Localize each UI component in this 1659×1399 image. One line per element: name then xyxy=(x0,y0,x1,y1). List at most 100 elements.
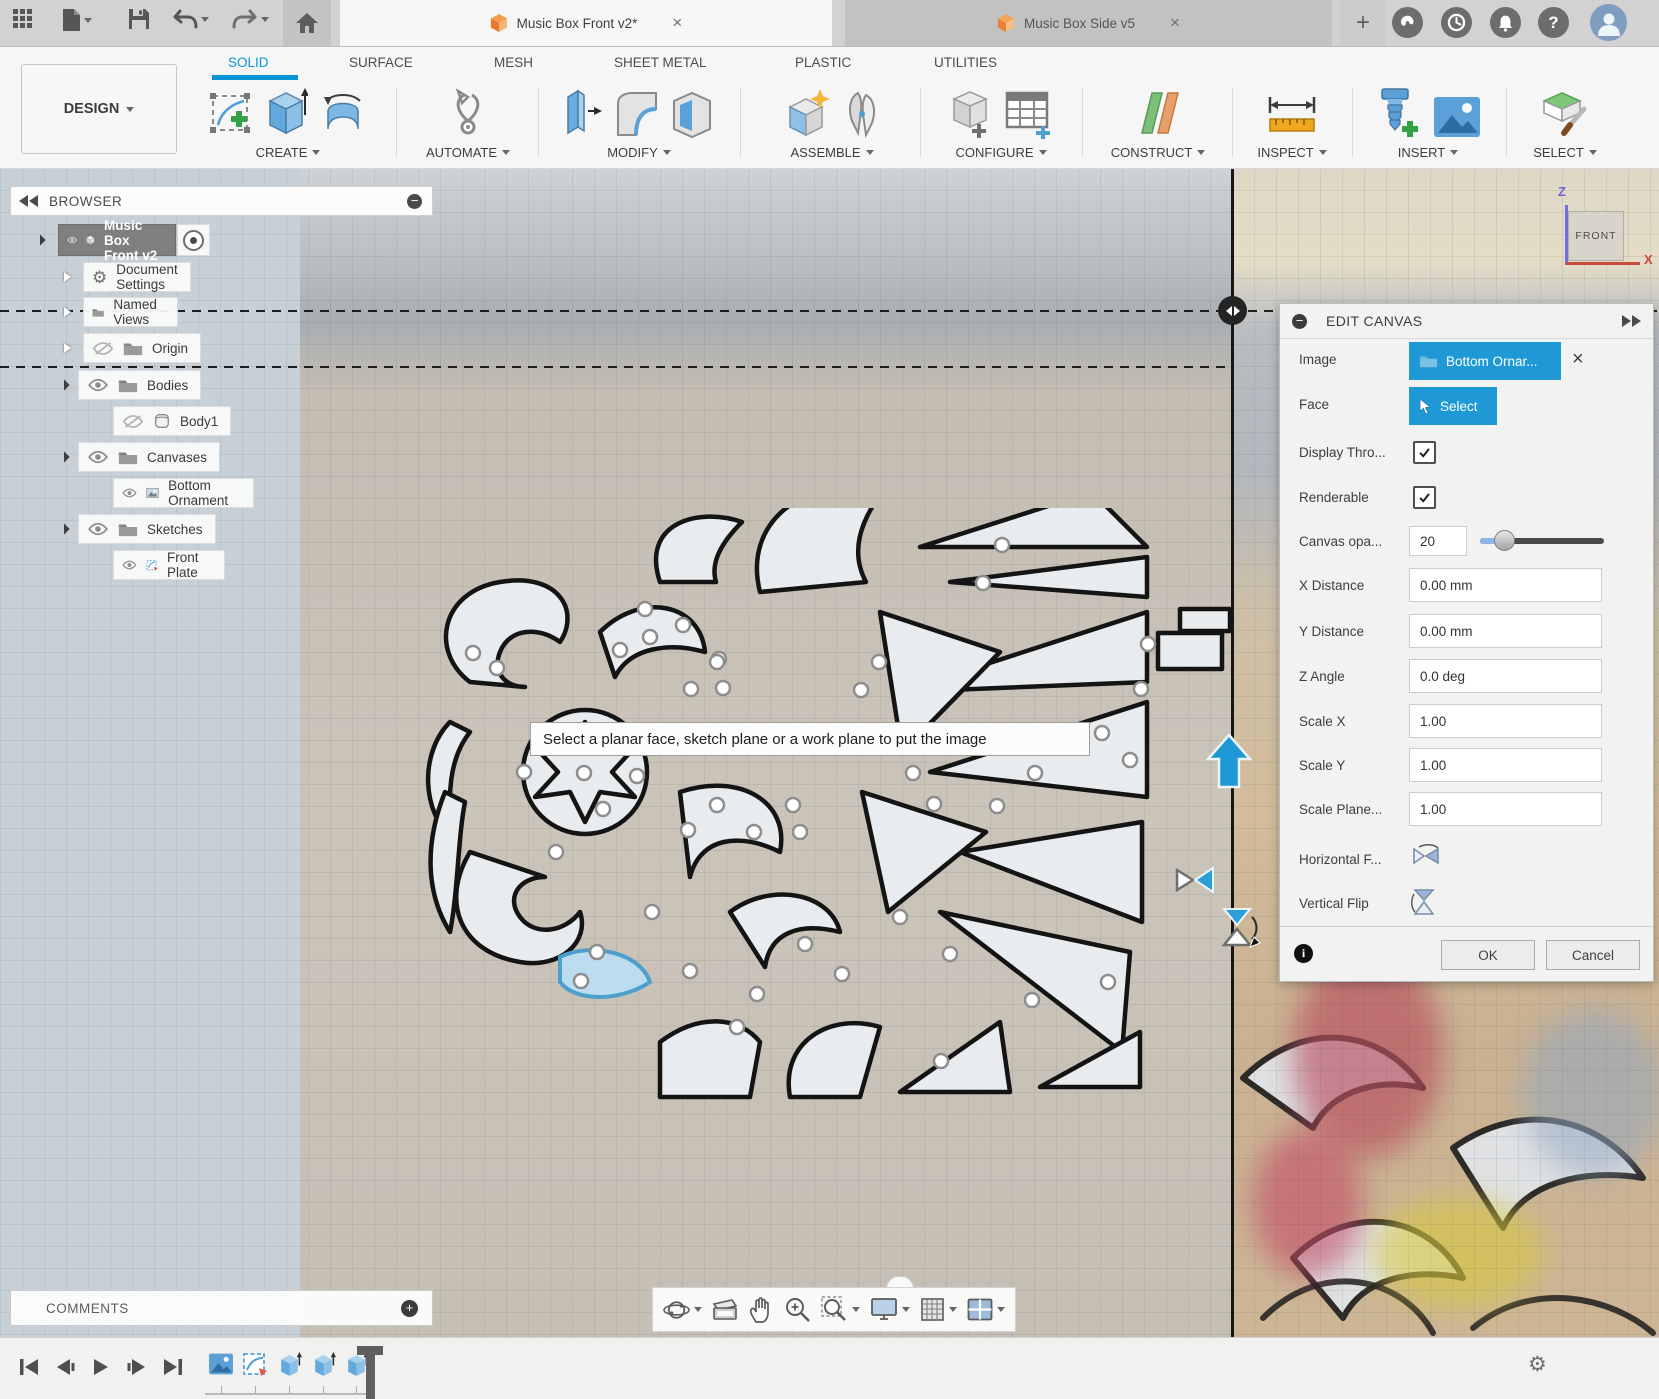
move-up-arrow-handle[interactable] xyxy=(1206,733,1252,791)
collapse-tree-icon[interactable]: − xyxy=(407,194,422,209)
opacity-slider-knob[interactable] xyxy=(1494,530,1515,551)
browser-header[interactable]: BROWSER − xyxy=(10,186,433,216)
horizontal-flip-handle[interactable] xyxy=(1172,862,1218,898)
timeline-step-back-button[interactable] xyxy=(50,1354,80,1380)
viewports-tool[interactable] xyxy=(967,1298,1005,1321)
dock-dialog-icon[interactable] xyxy=(1621,315,1641,327)
shell-icon[interactable] xyxy=(670,89,714,139)
eye-off-icon[interactable] xyxy=(122,414,144,429)
eye-icon[interactable] xyxy=(87,522,109,536)
tree-item-origin[interactable]: Origin xyxy=(64,333,201,363)
tab-surface[interactable]: SURFACE xyxy=(349,55,413,70)
press-pull-icon[interactable] xyxy=(564,87,604,139)
expand-triangle-icon[interactable] xyxy=(64,272,71,282)
tree-item-bottom-ornament[interactable]: Bottom Ornament xyxy=(113,478,254,508)
tree-item-body1[interactable]: Body1 xyxy=(113,406,231,436)
expand-triangle-icon[interactable] xyxy=(34,234,45,245)
pan-tool[interactable] xyxy=(748,1296,774,1323)
new-tab-button[interactable]: + xyxy=(1340,0,1386,46)
tab-mesh[interactable]: MESH xyxy=(494,55,533,70)
activate-component-radio[interactable] xyxy=(183,230,204,251)
construct-plane-icon[interactable] xyxy=(1132,87,1184,139)
group-select-label[interactable]: SELECT xyxy=(1533,145,1584,160)
timeline-go-to-end-button[interactable] xyxy=(158,1354,188,1380)
tab-plastic[interactable]: PLASTIC xyxy=(795,55,851,70)
face-select-button[interactable]: Select xyxy=(1409,387,1497,425)
configuration-table-icon[interactable] xyxy=(1004,89,1054,139)
expand-triangle-icon[interactable] xyxy=(58,523,69,534)
eye-icon[interactable] xyxy=(67,233,77,247)
grid-snap-tool[interactable] xyxy=(920,1297,957,1322)
remove-image-icon[interactable]: × xyxy=(1572,348,1584,371)
x-distance-input[interactable]: 0.00 mm xyxy=(1409,568,1602,602)
timeline-step-forward-button[interactable] xyxy=(122,1354,152,1380)
close-tab-icon[interactable]: × xyxy=(1170,13,1180,33)
dialog-titlebar[interactable]: − EDIT CANVAS xyxy=(1280,304,1653,339)
collapse-dialog-icon[interactable]: − xyxy=(1292,314,1307,329)
viewcube-front-face[interactable]: FRONT xyxy=(1568,211,1624,261)
group-construct-label[interactable]: CONSTRUCT xyxy=(1111,145,1193,160)
tree-item-sketches[interactable]: Sketches xyxy=(60,514,216,544)
z-angle-input[interactable]: 0.0 deg xyxy=(1409,659,1602,693)
renderable-checkbox[interactable] xyxy=(1413,486,1436,509)
measure-icon[interactable] xyxy=(1264,91,1320,139)
expand-triangle-icon[interactable] xyxy=(58,379,69,390)
timeline-feature-sketch[interactable] xyxy=(242,1352,268,1378)
tree-item-bodies[interactable]: Bodies xyxy=(60,370,201,400)
add-comment-icon[interactable]: + xyxy=(401,1300,418,1317)
redo-button[interactable] xyxy=(232,8,269,30)
opacity-input[interactable]: 20 xyxy=(1409,526,1467,556)
group-inspect-label[interactable]: INSPECT xyxy=(1257,145,1313,160)
document-tab-inactive[interactable]: Music Box Side v5 × xyxy=(845,0,1332,46)
insert-canvas-icon[interactable] xyxy=(1432,95,1482,139)
help-icon[interactable]: ? xyxy=(1538,7,1569,38)
close-tab-icon[interactable]: × xyxy=(672,13,682,33)
eye-icon[interactable] xyxy=(87,378,109,392)
tree-item-named-views[interactable]: Named Views xyxy=(64,297,178,327)
insert-fastener-icon[interactable] xyxy=(1374,85,1422,139)
tab-solid[interactable]: SOLID xyxy=(228,55,269,70)
tab-utilities[interactable]: UTILITIES xyxy=(934,55,997,70)
group-create-label[interactable]: CREATE xyxy=(256,145,308,160)
group-assemble-label[interactable]: ASSEMBLE xyxy=(790,145,860,160)
timeline-settings-gear-icon[interactable]: ⚙ xyxy=(1528,1352,1547,1377)
eye-off-icon[interactable] xyxy=(92,341,114,356)
group-modify-label[interactable]: MODIFY xyxy=(607,145,658,160)
create-sketch-icon[interactable] xyxy=(208,91,254,139)
tab-sheet-metal[interactable]: SHEET METAL xyxy=(614,55,707,70)
group-insert-label[interactable]: INSERT xyxy=(1398,145,1445,160)
user-avatar[interactable] xyxy=(1590,4,1627,41)
job-status-clock-icon[interactable] xyxy=(1441,7,1472,38)
revolve-icon[interactable] xyxy=(318,89,368,139)
zoom-window-tool[interactable] xyxy=(821,1296,860,1323)
y-distance-input[interactable]: 0.00 mm xyxy=(1409,614,1602,648)
expand-triangle-icon[interactable] xyxy=(64,343,71,353)
zoom-tool[interactable] xyxy=(784,1296,811,1323)
horizontal-flip-button[interactable] xyxy=(1411,844,1441,868)
configuration-icon[interactable] xyxy=(948,87,994,139)
tree-item-root[interactable]: Music Box Front v2 xyxy=(36,224,210,256)
ornament-sketch[interactable] xyxy=(420,508,1240,1337)
app-grid-icon[interactable] xyxy=(12,8,34,30)
tree-item-front-plate[interactable]: Front Plate xyxy=(113,550,225,580)
info-icon[interactable]: i xyxy=(1294,944,1313,963)
display-through-checkbox[interactable] xyxy=(1413,441,1436,464)
timeline-play-button[interactable] xyxy=(86,1354,116,1380)
cancel-button[interactable]: Cancel xyxy=(1546,940,1640,970)
new-component-icon[interactable] xyxy=(782,87,832,139)
vertical-flip-button[interactable] xyxy=(1411,887,1437,917)
look-at-tool[interactable] xyxy=(712,1298,738,1322)
select-icon[interactable] xyxy=(1538,87,1592,139)
extrude-icon[interactable] xyxy=(264,87,308,139)
expand-triangle-icon[interactable] xyxy=(58,451,69,462)
group-configure-label[interactable]: CONFIGURE xyxy=(956,145,1034,160)
file-menu-button[interactable] xyxy=(62,8,92,32)
ok-button[interactable]: OK xyxy=(1441,940,1535,970)
home-button[interactable] xyxy=(283,0,331,46)
save-button[interactable] xyxy=(128,8,150,30)
image-chip-button[interactable]: Bottom Ornar... xyxy=(1409,342,1561,380)
timeline-go-to-start-button[interactable] xyxy=(14,1354,44,1380)
eye-icon[interactable] xyxy=(122,558,137,572)
scale-x-input[interactable]: 1.00 xyxy=(1409,704,1602,738)
timeline-feature-extrude-2[interactable] xyxy=(310,1352,336,1378)
